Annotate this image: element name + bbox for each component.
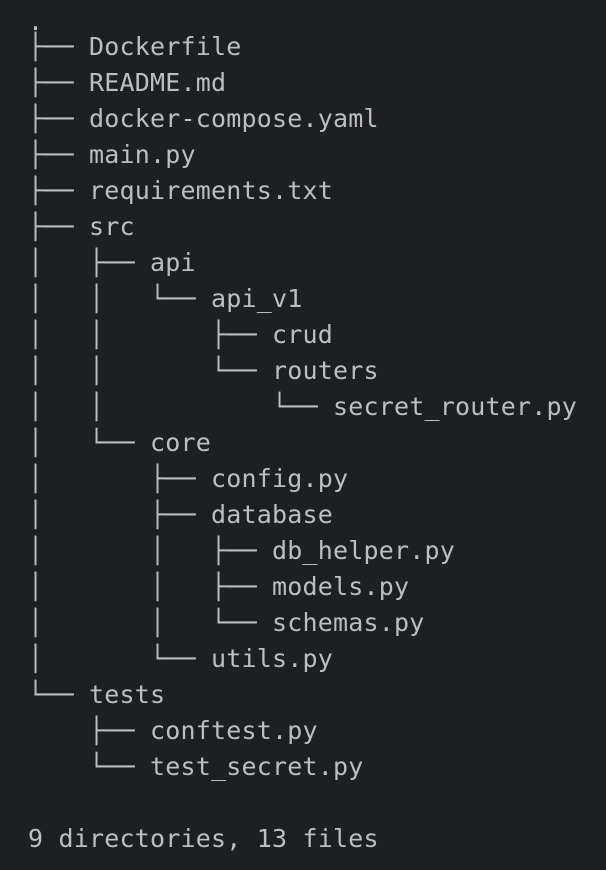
tree-branch: ├── [28,212,90,241]
tree-branch: ├── [28,68,90,97]
tree-branch: │ │ └── [28,356,273,385]
tree-entry-file: models.py [272,572,410,601]
tree-line: └── tests [28,677,165,713]
tree-branch: └── [28,680,90,709]
tree-branch: │ │ └── [28,608,273,637]
tree-branch: └── [28,752,151,781]
tree-entry-directory: crud [272,320,334,349]
tree-line: │ │ ├── crud [28,317,333,353]
tree-entry-file: secret_router.py [333,392,578,421]
tree-branch: │ └── [28,644,212,673]
tree-line: │ └── utils.py [28,641,333,677]
tree-branch: │ │ ├── [28,536,273,565]
tree-branch: │ │ └── [28,284,212,313]
tree-entry-file: conftest.py [150,716,318,745]
tree-entry-file: main.py [89,140,196,169]
tree-summary: 9 directories, 13 files [28,824,379,853]
tree-entry-file: README.md [89,68,227,97]
tree-branch: │ │ ├── [28,320,273,349]
tree-entry-directory: core [150,428,212,457]
tree-entry-file: db_helper.py [272,536,456,565]
tree-line: │ │ └── schemas.py [28,605,425,641]
tree-branch: ├── [28,716,151,745]
tree-line: │ ├── config.py [28,461,348,497]
tree-entry-file: docker-compose.yaml [89,104,379,133]
tree-line: │ │ ├── db_helper.py [28,533,455,569]
tree-line: ├── main.py [28,137,196,173]
tree-entry-file: utils.py [211,644,334,673]
tree-entry-file: schemas.py [272,608,425,637]
tree-branch: │ └── [28,428,151,457]
tree-entry-directory: api_v1 [211,284,303,313]
tree-entry-directory: api [150,248,196,277]
tree-line: ├── src [28,209,135,245]
tree-line: │ │ └── secret_router.py [28,389,577,425]
tree-line: ├── README.md [28,65,226,101]
tree-line: │ │ ├── models.py [28,569,409,605]
tree-entry-file: config.py [211,464,349,493]
tree-line: │ └── core [28,425,211,461]
tree-entry-file: Dockerfile [89,32,242,61]
tree-line: │ ├── api [28,245,196,281]
tree-branch: ├── [28,104,90,133]
tree-branch: ├── [28,176,90,205]
tree-entry-directory: src [89,212,135,241]
tree-line: ├── requirements.txt [28,173,333,209]
tree-branch: │ │ └── [28,392,334,421]
tree-entry-directory: routers [272,356,379,385]
tree-branch: ├── [28,140,90,169]
tree-branch: │ ├── [28,464,212,493]
tree-branch: │ ├── [28,248,151,277]
tree-branch: │ │ ├── [28,572,273,601]
tree-entry-directory: database [211,500,334,529]
tree-line: ├── docker-compose.yaml [28,101,379,137]
tree-branch: ├── [28,32,90,61]
tree-entry-file: requirements.txt [89,176,334,205]
terminal-output: . ├── Dockerfile ├── README.md ├── docke… [0,0,606,870]
tree-line: │ ├── database [28,497,333,533]
tree-branch: │ ├── [28,500,212,529]
tree-line: │ │ └── api_v1 [28,281,303,317]
tree-line: ├── Dockerfile [28,29,242,65]
tree-line: │ │ └── routers [28,353,379,389]
tree-entry-directory: tests [89,680,166,709]
tree-entry-file: test_secret.py [150,752,364,781]
tree-line: └── test_secret.py [28,749,364,785]
tree-line: ├── conftest.py [28,713,318,749]
